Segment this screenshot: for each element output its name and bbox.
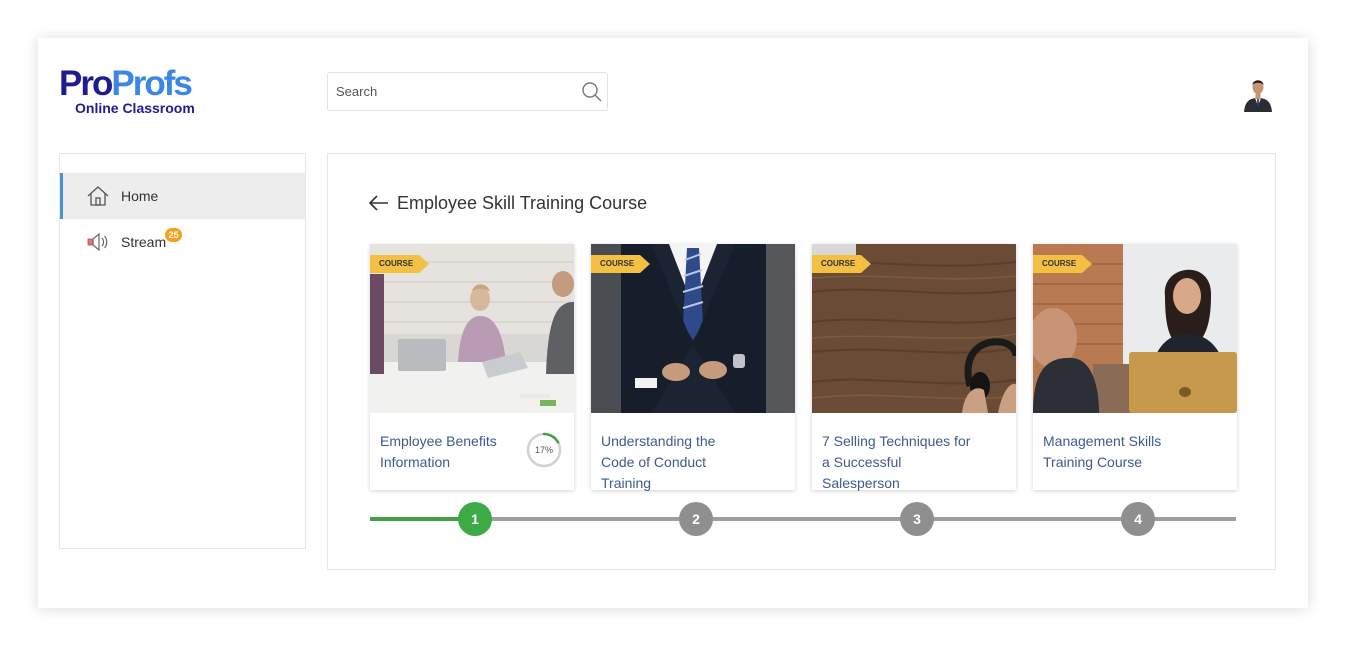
speaker-icon (85, 231, 111, 253)
course-name: Employee Benefits Information (380, 433, 497, 470)
progress-ring: 17% (525, 431, 563, 469)
user-avatar[interactable] (1238, 72, 1278, 112)
course-tag: COURSE (1033, 255, 1092, 273)
step-3[interactable]: 3 (900, 502, 934, 536)
course-name: Understanding the Code of Conduct Traini… (601, 433, 716, 491)
sidebar-item-label: Stream (121, 234, 167, 250)
course-name: 7 Selling Techniques for a Successful Sa… (822, 433, 971, 491)
proprofs-logo[interactable]: ProProfs Online Classroom (59, 64, 219, 120)
course-name: Management Skills Training Course (1043, 433, 1162, 470)
course-stepper: 1 2 3 4 (368, 502, 1238, 538)
sidebar-item-label: Home (121, 188, 159, 204)
notification-badge: 25 (165, 228, 183, 242)
course-title-text: Employee Skill Training Course (397, 192, 648, 213)
course-tag: COURSE (591, 255, 650, 273)
logo-wordmark: ProProfs (59, 64, 193, 103)
stepper-track (370, 517, 1236, 521)
course-card-2[interactable]: COURSE Understanding the Code of Conduct… (591, 244, 795, 491)
search-icon[interactable] (581, 81, 603, 103)
page-title: Employee Skill Training Course (368, 189, 647, 217)
course-card-3[interactable]: COURSE 7 Selling Techniques for a Succes… (812, 244, 1016, 491)
step-2[interactable]: 2 (679, 502, 713, 536)
sidebar: Home Stream 25 (59, 153, 306, 549)
course-tag: COURSE (370, 255, 429, 273)
course-tag: COURSE (812, 255, 871, 273)
search-box (327, 72, 608, 111)
back-arrow-icon[interactable] (368, 194, 390, 212)
progress-percent: 17% (534, 445, 553, 455)
course-card-1[interactable]: COURSE Employee Benefits Information 17% (370, 244, 574, 490)
home-icon (85, 185, 111, 207)
sidebar-item-stream[interactable]: Stream 25 (60, 219, 305, 265)
main-panel: Employee Skill Training Course COURSE Em… (327, 153, 1276, 570)
sidebar-item-home[interactable]: Home (60, 173, 305, 219)
logo-subtitle: Online Classroom (75, 100, 195, 116)
course-card-4[interactable]: COURSE Management Skills Training Course (1033, 244, 1237, 490)
step-4[interactable]: 4 (1121, 502, 1155, 536)
step-1[interactable]: 1 (458, 502, 492, 536)
search-input[interactable] (328, 73, 568, 110)
